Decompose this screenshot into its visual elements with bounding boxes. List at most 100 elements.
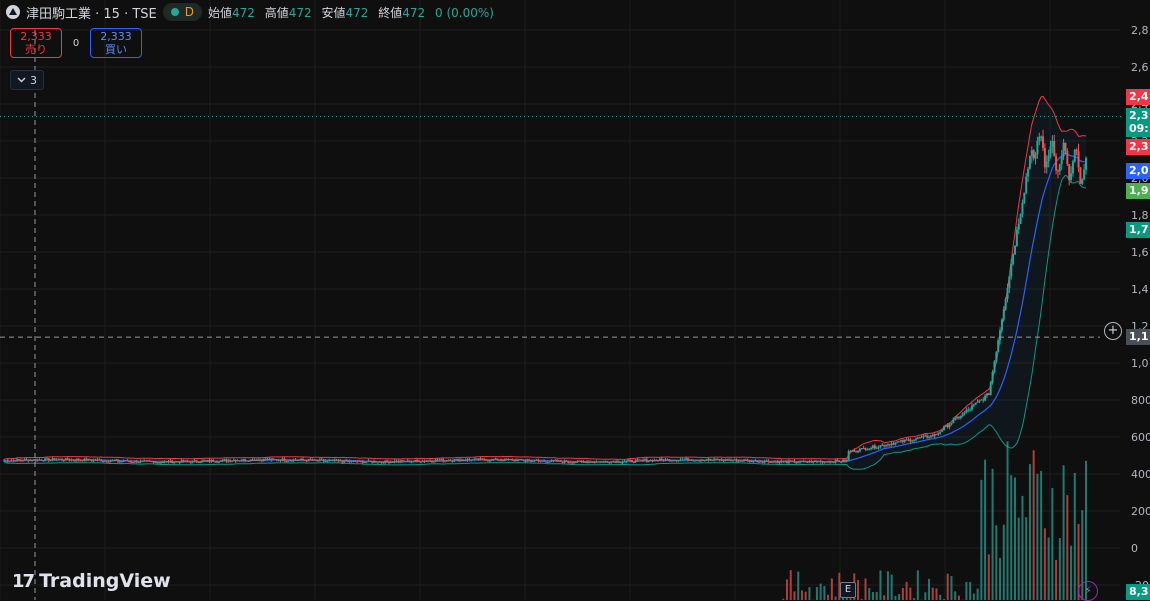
- candle-body: [1044, 148, 1046, 167]
- lightning-icon[interactable]: ⚡: [1078, 581, 1098, 601]
- candle-body: [648, 461, 650, 462]
- candle-body: [567, 462, 569, 463]
- earnings-icon[interactable]: E: [840, 582, 856, 598]
- candle-body: [352, 461, 354, 462]
- chevron-down-icon: [17, 77, 26, 83]
- volume-bar: [950, 576, 952, 600]
- candle-body: [20, 460, 22, 461]
- candle-body: [409, 460, 411, 462]
- candle-body: [405, 461, 407, 462]
- candle-body: [491, 459, 493, 461]
- candle-body: [1079, 167, 1081, 183]
- candle-body: [33, 459, 35, 460]
- candle-body: [762, 462, 764, 463]
- candle-body: [345, 460, 347, 461]
- candle-body: [453, 459, 455, 461]
- candle-body: [594, 462, 596, 463]
- candle-body: [993, 362, 995, 372]
- candle-body: [857, 451, 859, 452]
- candle-body: [93, 460, 95, 461]
- candle-body: [386, 461, 388, 462]
- market-status-badge[interactable]: D: [163, 3, 202, 21]
- volume-bar: [992, 469, 994, 600]
- candle-body: [952, 420, 954, 423]
- candle-body: [960, 416, 962, 418]
- candle-body: [586, 462, 588, 463]
- candle-body: [674, 460, 676, 461]
- candle-body: [1005, 299, 1007, 310]
- volume-bar: [1063, 465, 1065, 600]
- low-value: 472: [346, 6, 369, 20]
- candle-body: [481, 458, 483, 459]
- candle-body: [730, 460, 732, 461]
- add-alert-plus-icon[interactable]: +: [1104, 322, 1122, 340]
- candle-body: [900, 440, 902, 441]
- candle-body: [160, 462, 162, 463]
- candle-body: [410, 462, 412, 463]
- candle-body: [326, 460, 328, 461]
- candle-body: [687, 458, 689, 460]
- volume-bar: [857, 580, 859, 600]
- candle-body: [700, 460, 702, 461]
- candle-body: [1021, 203, 1023, 215]
- candle-body: [76, 459, 78, 461]
- candle-body: [63, 460, 65, 461]
- candle-body: [1059, 164, 1061, 171]
- candle-body: [1049, 147, 1051, 156]
- candle-body: [603, 461, 605, 462]
- candle-body: [1016, 230, 1018, 246]
- candle-body: [543, 461, 545, 462]
- candle-body: [726, 459, 728, 460]
- candle-body: [736, 459, 738, 461]
- price-chart[interactable]: 2,82,62,42,22,01,81,61,41,21,08006004002…: [0, 0, 1150, 600]
- tradingview-logo[interactable]: 17 TradingView: [12, 570, 171, 592]
- volume-bar: [1007, 441, 1009, 600]
- candle-body: [139, 461, 141, 462]
- candle-body: [646, 459, 648, 461]
- candle-body: [1018, 224, 1020, 230]
- volume-bar: [947, 574, 949, 600]
- symbol-title[interactable]: 津田駒工業 · 15 · TSE: [26, 3, 157, 22]
- candle-body: [547, 462, 549, 463]
- candle-body: [511, 459, 513, 460]
- candle-body: [83, 459, 85, 461]
- candle-body: [214, 462, 216, 463]
- sell-price: 2,333: [20, 30, 52, 43]
- candle-body: [950, 423, 952, 424]
- candle-body: [715, 459, 717, 460]
- candle-body: [358, 461, 360, 462]
- candle-body: [250, 459, 252, 461]
- candle-body: [642, 460, 644, 461]
- candle-body: [194, 460, 196, 461]
- candle-body: [977, 402, 979, 403]
- chart-header: 津田駒工業 · 15 · TSE D 始値472 高値472 安値472 終値4…: [6, 2, 494, 22]
- candle-body: [367, 461, 369, 462]
- candle-body: [468, 459, 470, 460]
- buy-button[interactable]: 2,333 買い: [90, 28, 142, 58]
- candle-body: [842, 460, 844, 462]
- candle-body: [825, 462, 827, 463]
- candle-body: [526, 460, 528, 461]
- candle-body: [878, 447, 880, 448]
- volume-bar: [984, 460, 986, 600]
- candle-body: [375, 461, 377, 462]
- candle-body: [601, 461, 603, 462]
- candle-body: [524, 461, 526, 462]
- tradingview-mark-icon: 17: [12, 571, 33, 592]
- candle-body: [644, 459, 646, 460]
- candle-body: [50, 460, 52, 461]
- sell-button[interactable]: 2,333 売り: [10, 28, 62, 58]
- price-axis-tick: 600: [1131, 431, 1150, 444]
- volume-bar: [887, 571, 889, 600]
- candle-body: [1029, 156, 1031, 169]
- indicators-toggle-button[interactable]: 3: [10, 70, 44, 90]
- candle-body: [864, 448, 866, 450]
- candle-body: [442, 459, 444, 461]
- candle-body: [487, 460, 489, 461]
- candle-body: [113, 460, 115, 461]
- volume-bar: [790, 570, 792, 600]
- buy-label: 買い: [105, 43, 127, 56]
- volume-bar: [1085, 461, 1087, 600]
- candle-body: [373, 461, 375, 462]
- candle-body: [848, 451, 850, 460]
